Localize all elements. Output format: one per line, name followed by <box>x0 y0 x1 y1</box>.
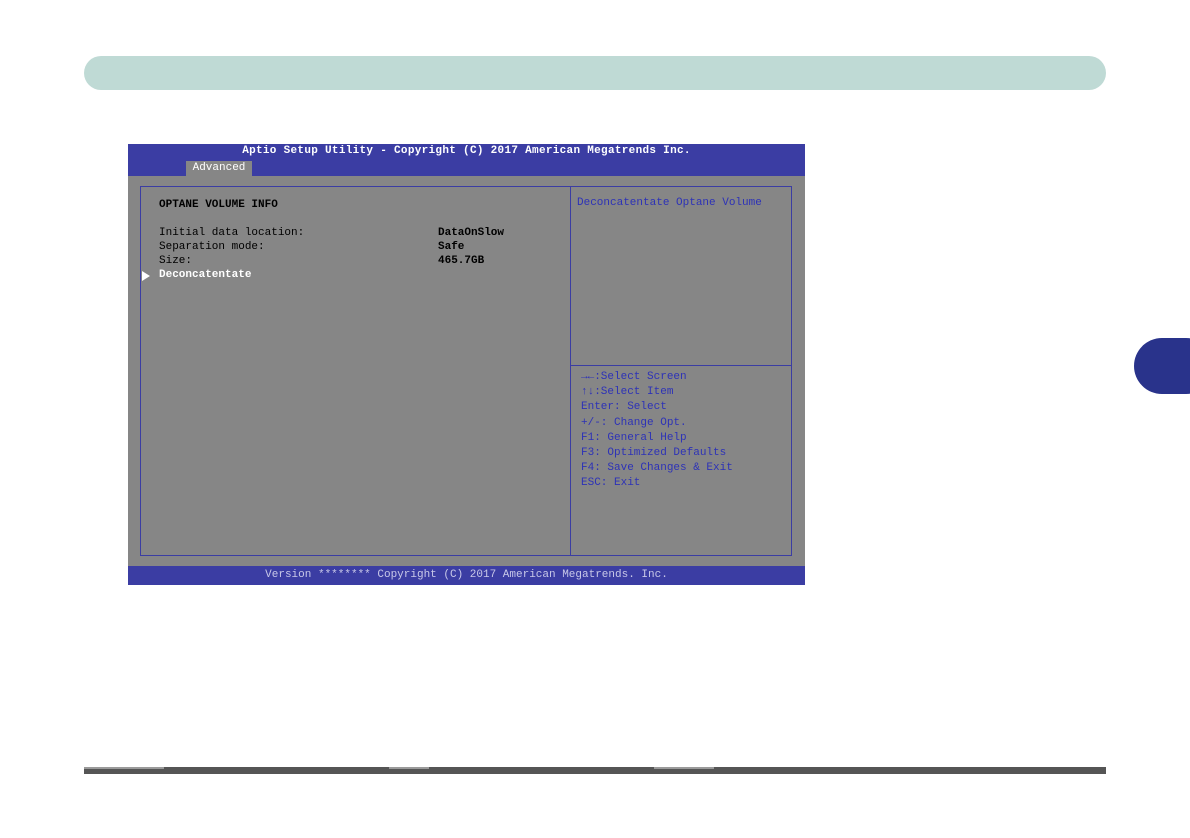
section-title: OPTANE VOLUME INFO <box>159 199 278 211</box>
setting-initial-data-location: Initial data location: DataOnSlow <box>159 226 559 240</box>
footer-rule-highlight <box>84 767 164 769</box>
bios-divider-vertical <box>570 186 571 556</box>
key-help-select-item: ↑↓:Select Item <box>581 386 674 399</box>
setting-separation-mode: Separation mode: Safe <box>159 240 559 254</box>
key-help-exit: ESC: Exit <box>581 477 641 490</box>
key-help-optimized-defaults: F3: Optimized Defaults <box>581 446 727 459</box>
item-help-text: Deconcatentate Optane Volume <box>577 197 762 209</box>
bios-footer-text: Version ******** Copyright (C) 2017 Amer… <box>265 569 668 581</box>
key-help-general-help: F1: General Help <box>581 431 687 444</box>
bios-divider-horizontal <box>570 365 792 366</box>
bios-footer-bar: Version ******** Copyright (C) 2017 Amer… <box>128 566 805 585</box>
setting-label: Initial data location: <box>159 227 305 239</box>
setting-label: Separation mode: <box>159 241 265 253</box>
key-help-select-screen: →←:Select Screen <box>581 371 687 383</box>
setting-size: Size: 465.7GB <box>159 254 559 268</box>
setting-value: Safe <box>438 241 465 253</box>
menu-item-label: Deconcatentate <box>159 269 252 281</box>
key-help-change-opt: +/-: Change Opt. <box>581 416 687 429</box>
page-footer-rule <box>84 767 1106 774</box>
page-header-bar <box>84 56 1106 90</box>
key-help-save-exit: F4: Save Changes & Exit <box>581 462 733 475</box>
tab-advanced[interactable]: Advanced <box>186 161 252 176</box>
bios-title-bar: Aptio Setup Utility - Copyright (C) 2017… <box>128 144 805 176</box>
key-help-panel: →←:Select Screen ↑↓:Select Item Enter: S… <box>581 370 786 492</box>
key-help-enter: Enter: Select <box>581 401 667 414</box>
bios-screen: Aptio Setup Utility - Copyright (C) 2017… <box>128 144 805 585</box>
deconcatenate-menu-item[interactable]: Deconcatentate <box>142 268 559 282</box>
submenu-arrow-icon <box>142 271 150 281</box>
setting-label: Size: <box>159 255 193 267</box>
bios-title: Aptio Setup Utility - Copyright (C) 2017… <box>242 145 691 157</box>
chapter-tab-marker <box>1134 338 1190 394</box>
setting-value: DataOnSlow <box>438 227 505 239</box>
settings-panel: OPTANE VOLUME INFO Initial data location… <box>142 198 559 282</box>
setting-value: 465.7GB <box>438 255 485 267</box>
footer-rule-highlight <box>654 767 714 769</box>
footer-rule-highlight <box>389 767 429 769</box>
